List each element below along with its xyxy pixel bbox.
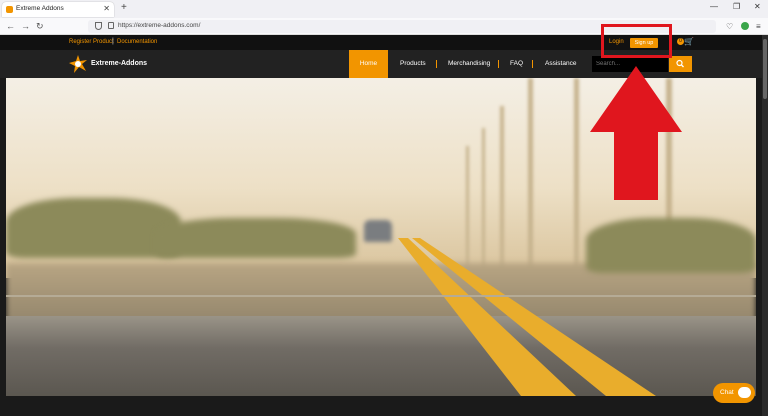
tab-close-icon[interactable]: ✕ — [103, 4, 110, 13]
minimize-button[interactable]: — — [710, 2, 718, 11]
annotation-highlight-box — [601, 24, 672, 58]
chat-button[interactable]: Chat — [713, 383, 755, 403]
pocket-icon[interactable]: ♡ — [726, 22, 733, 31]
reload-button[interactable]: ↻ — [36, 21, 44, 32]
page-scrollbar[interactable] — [762, 35, 768, 416]
cart-count-badge[interactable]: 0 — [677, 38, 684, 45]
chat-label: Chat — [720, 389, 734, 396]
maximize-button[interactable]: ❐ — [733, 2, 740, 11]
extension-icon[interactable] — [741, 22, 749, 30]
nav-merchandising[interactable]: Merchandising — [448, 50, 490, 78]
scroll-thumb[interactable] — [763, 39, 767, 99]
logo-text[interactable]: Extreme-Addons — [91, 60, 147, 67]
nav-separator — [532, 60, 533, 68]
tab-title: Extreme Addons — [16, 5, 64, 12]
nav-separator — [436, 60, 437, 68]
annotation-arrow-icon — [590, 66, 682, 200]
nav-products[interactable]: Products — [400, 50, 426, 78]
chat-bubble-icon — [738, 387, 751, 398]
browser-tab[interactable]: Extreme Addons ✕ — [2, 2, 114, 17]
cart-icon[interactable]: 🛒 — [684, 37, 694, 46]
new-tab-button[interactable]: + — [121, 2, 127, 13]
nav-faq[interactable]: FAQ — [510, 50, 523, 78]
favicon-icon — [6, 6, 13, 13]
menu-icon[interactable]: ≡ — [756, 22, 761, 31]
back-button[interactable]: ← — [6, 21, 15, 31]
browser-tab-bar: Extreme Addons ✕ + — ❐ ✕ — [0, 0, 768, 18]
logo-icon[interactable] — [69, 55, 87, 73]
register-product-link[interactable]: Register Product — [69, 39, 114, 45]
lock-icon[interactable] — [108, 22, 114, 29]
forward-button[interactable]: → — [21, 21, 30, 31]
nav-home[interactable]: Home — [349, 50, 388, 78]
close-window-button[interactable]: ✕ — [754, 2, 761, 11]
top-separator: | — [112, 38, 114, 45]
shield-icon[interactable] — [95, 22, 102, 30]
nav-separator — [498, 60, 499, 68]
nav-assistance[interactable]: Assistance — [545, 50, 576, 78]
documentation-link[interactable]: Documentation — [117, 39, 157, 45]
url-text[interactable]: https://extreme-addons.com/ — [118, 22, 200, 29]
